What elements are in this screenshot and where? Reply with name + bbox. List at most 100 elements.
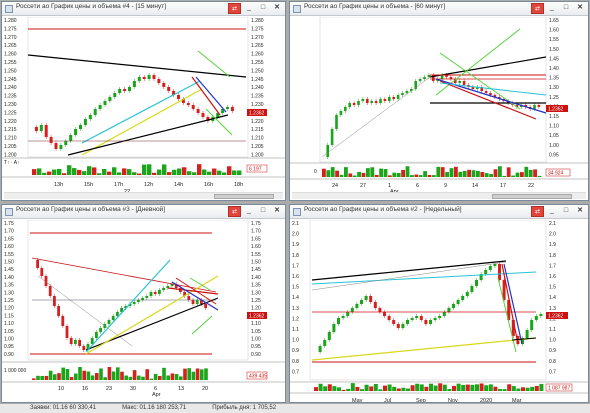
time-tick-label: 6 [416, 183, 419, 189]
left-price-axis: 1.75 1.701.65 1.60 1.55 1.501.45 1.40 1.351.30… [4, 221, 14, 358]
price-chart-daily[interactable]: 1.751.701.651.601.551.501.451.401.351.30… [2, 219, 286, 403]
link-pin-icon[interactable]: ⇄ [228, 3, 241, 14]
time-tick-label: 16h [204, 182, 213, 188]
price-tick-label: 0.9 [292, 348, 299, 354]
window-titlebar[interactable]: Россети ао График цены и объема - [60 ми… [290, 2, 588, 16]
price-chart-60min[interactable]: 1.651.601.551.501.451.401.351.301.251.20… [290, 16, 589, 201]
price-tick-label: 1.280 [4, 18, 17, 24]
volume-bar [511, 386, 516, 391]
volume-bar [72, 168, 77, 175]
window-titlebar[interactable]: Россети ао График цены и объема #2 - [Не… [290, 205, 588, 219]
time-tick-label: 30 [130, 386, 136, 392]
candle [49, 137, 53, 143]
close-button[interactable]: ✕ [271, 3, 283, 14]
time-tick-label: 15h [84, 182, 93, 188]
volume-bar [449, 168, 454, 177]
price-tick-label: 1.210 [4, 136, 17, 142]
minimize-button[interactable]: _ [546, 206, 558, 217]
price-tick-label: 1.265 [251, 43, 264, 49]
price-chart-15min[interactable]: 1.280 1.275 1.270 1.265 1.260 1.255 1.250 1.245… [2, 16, 286, 201]
volume-bar [339, 174, 344, 177]
candle [424, 320, 428, 324]
price-tick-label: 1.70 [251, 229, 261, 235]
link-pin-icon[interactable]: ⇄ [531, 206, 544, 217]
volume-bar [442, 384, 447, 391]
price-tick-label: 1.5 [292, 285, 299, 291]
date-label: Apr [152, 392, 161, 398]
link-pin-icon[interactable]: ⇄ [531, 3, 544, 14]
minimize-button[interactable]: _ [243, 206, 255, 217]
price-tick-label: 1.25 [549, 95, 559, 101]
maximize-button[interactable]: □ [560, 3, 572, 14]
horizontal-scrollbar[interactable] [292, 192, 586, 199]
candle [366, 99, 369, 103]
price-tick-label: 1.4 [292, 295, 299, 301]
time-tick-label: 10 [58, 386, 64, 392]
price-tick-label: 1.9 [292, 242, 299, 248]
minimize-button[interactable]: _ [243, 3, 255, 14]
volume-bar [506, 167, 511, 177]
volume-bar [516, 388, 521, 391]
volume-bar [383, 169, 388, 177]
link-pin-icon[interactable]: ⇄ [228, 206, 241, 217]
candle [484, 91, 488, 93]
volume-bar [62, 173, 67, 175]
volume-bar [471, 170, 476, 177]
candle [433, 318, 437, 320]
horizontal-scrollbar[interactable] [4, 192, 283, 199]
candle [53, 296, 56, 306]
price-tick-label: 1.10 [549, 124, 559, 130]
price-chart-weekly[interactable]: 2.1 2.0 1.9 1.8 1.7 1.6 1.5 1.4 1.3 1.2 1.1 1.0 0.9 0… [290, 219, 589, 403]
chart-window-60min[interactable]: Россети ао График цены и объема - [60 ми… [289, 1, 589, 201]
price-tick-label: 1.45 [4, 267, 14, 273]
price-tick-label: 1.275 [251, 26, 264, 32]
candle [98, 105, 102, 109]
right-price-axis: 1.280 1.275 1.270 1.265 1.260 1.255 1.250 1.245… [251, 18, 264, 158]
candle [369, 296, 373, 302]
volume-bar [187, 368, 191, 380]
volume-bar [461, 384, 466, 391]
close-button[interactable]: ✕ [574, 206, 586, 217]
volume-bar [537, 175, 542, 177]
window-title: Россети ао График цены и объема - [60 ми… [304, 3, 446, 10]
candle [357, 101, 360, 105]
maximize-button[interactable]: □ [257, 206, 269, 217]
candle [36, 260, 39, 268]
price-tick-label: 1.05 [4, 329, 14, 335]
window-titlebar[interactable]: Россети ао График цены и объема #3 - [Дн… [2, 205, 285, 219]
chart-window-15min[interactable]: Россети ао График цены и объема #4 - [15… [1, 1, 286, 201]
price-tick-label: 1.240 [251, 85, 264, 91]
price-tick-label: 1.40 [251, 275, 261, 281]
chart-window-daily[interactable]: Россети ао График цены и объема #3 - [Дн… [1, 204, 286, 403]
volume-bar [429, 383, 433, 391]
time-tick-label: 9 [444, 183, 447, 189]
price-tick-label: 1.7 [292, 263, 299, 269]
candle [196, 109, 200, 113]
candle [383, 312, 386, 316]
volume-bar [462, 170, 467, 177]
volume-bar [489, 173, 493, 177]
maximize-button[interactable]: □ [560, 206, 572, 217]
volume-bar [493, 386, 498, 391]
volume-bar [445, 172, 449, 177]
volume-axis-label: 0 [314, 169, 317, 175]
candle [64, 141, 68, 145]
volume-bar [465, 384, 470, 391]
candle [54, 143, 58, 149]
chart-window-weekly[interactable]: Россети ао График цены и объема #2 - [Не… [289, 204, 589, 403]
volume-bar [237, 170, 242, 175]
minimize-button[interactable]: _ [546, 3, 558, 14]
close-button[interactable]: ✕ [574, 3, 586, 14]
price-tick-label: 2.0 [292, 232, 299, 238]
candle [65, 326, 69, 338]
price-tick-label: 1.7 [549, 263, 556, 269]
price-tick-label: 2.1 [549, 221, 556, 227]
window-titlebar[interactable]: Россети ао График цены и объема #4 - [15… [2, 2, 285, 16]
candle [99, 328, 102, 332]
volume-bar [207, 171, 212, 175]
maximize-button[interactable]: □ [257, 3, 269, 14]
volume-bar [361, 172, 366, 177]
volume-bar [147, 164, 152, 175]
close-button[interactable]: ✕ [271, 206, 283, 217]
candle [69, 135, 73, 141]
